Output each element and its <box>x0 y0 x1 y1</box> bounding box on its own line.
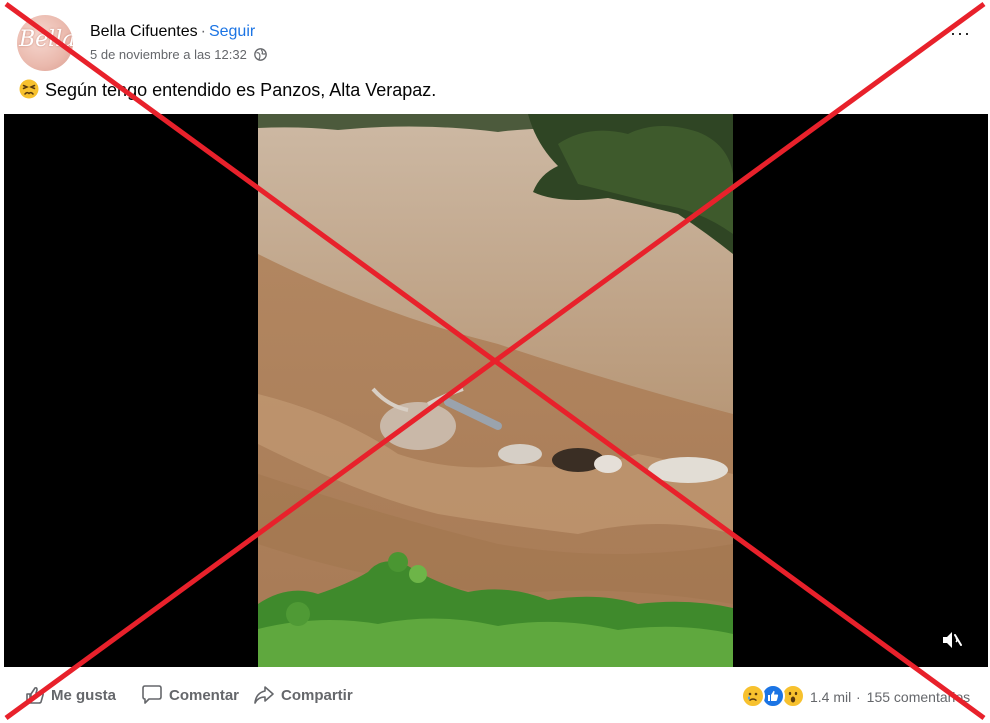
author-line: Bella Cifuentes · Seguir <box>90 23 255 41</box>
separator-dot: · <box>200 23 206 40</box>
globe-icon <box>254 48 268 64</box>
persevering-face-emoji-icon <box>19 79 39 99</box>
comment-label: Comentar <box>169 687 240 704</box>
comment-button[interactable]: Comentar <box>141 685 239 705</box>
comment-icon <box>142 685 162 704</box>
action-bar: Me gusta Comentar Compartir 1.4 mil · 155… <box>0 667 990 723</box>
share-button[interactable]: Compartir <box>253 685 353 705</box>
follow-button[interactable]: Seguir <box>209 23 255 40</box>
comment-count[interactable]: · 155 comentarios <box>856 689 970 705</box>
more-options-icon[interactable]: ··· <box>950 23 971 44</box>
post-timestamp[interactable]: 5 de noviembre a las 12:32 <box>90 47 247 62</box>
comment-count-text: 155 comentarios <box>866 689 971 705</box>
share-label: Compartir <box>281 687 353 704</box>
volume-muted-icon[interactable] <box>940 628 964 657</box>
post-meta: 5 de noviembre a las 12:32 <box>90 47 268 64</box>
avatar[interactable]: Bella <box>17 15 73 71</box>
facebook-post: Bella Bella Cifuentes · Seguir 5 de noviem… <box>0 0 990 723</box>
avatar-logo-text: Bella <box>19 27 73 52</box>
video-player[interactable] <box>4 114 988 667</box>
author-name[interactable]: Bella Cifuentes <box>90 23 198 40</box>
caption-text: Según tengo entendido es Panzos, Alta Ve… <box>45 80 437 100</box>
like-label: Me gusta <box>51 687 117 704</box>
post-caption: Según tengo entendido es Panzos, Alta Ve… <box>19 79 436 101</box>
video-frame <box>258 114 733 667</box>
thumbs-up-icon <box>26 686 44 704</box>
separator-dot: · <box>856 689 861 705</box>
share-icon <box>254 686 274 704</box>
sad-reaction-icon <box>741 684 765 708</box>
reaction-count[interactable]: 1.4 mil <box>810 689 851 705</box>
like-button[interactable]: Me gusta <box>25 685 116 705</box>
